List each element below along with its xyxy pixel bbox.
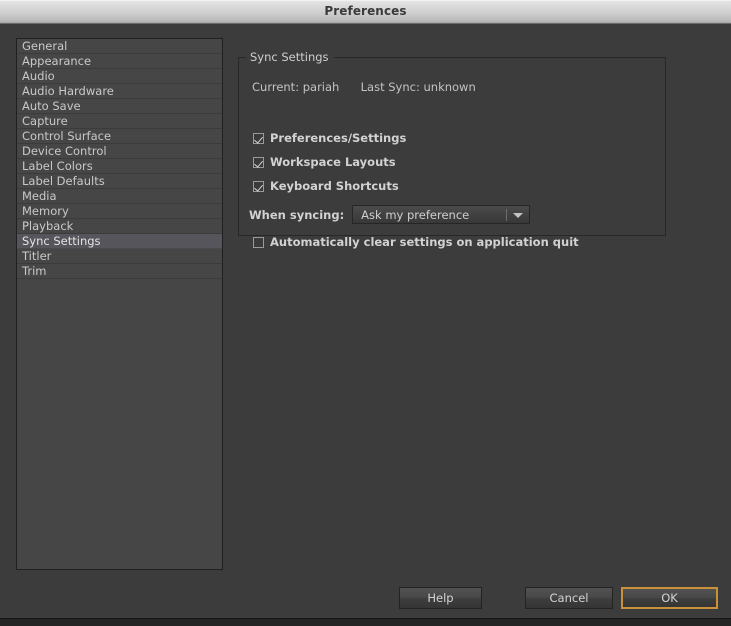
sidebar-item-label: Label Colors (22, 159, 93, 173)
checkbox-row-keyboard-shortcuts[interactable]: Keyboard Shortcuts (253, 179, 399, 193)
sidebar-item-label: Sync Settings (22, 234, 101, 248)
sidebar-item-device-control[interactable]: Device Control (17, 144, 222, 159)
when-syncing-selected-value: Ask my preference (361, 207, 470, 222)
sidebar-item-label: Device Control (22, 144, 107, 158)
checkbox-label-preferences-settings: Preferences/Settings (270, 131, 407, 145)
checkbox-label-keyboard-shortcuts: Keyboard Shortcuts (270, 179, 399, 193)
chevron-down-icon (513, 213, 524, 218)
when-syncing-select[interactable]: Ask my preference (352, 205, 531, 224)
sidebar-item-appearance[interactable]: Appearance (17, 54, 222, 69)
dialog-body: General Appearance Audio Audio Hardware Auto… (0, 24, 731, 618)
when-syncing-row: When syncing: Ask my preference (249, 205, 531, 224)
sidebar-item-titler[interactable]: Titler (17, 249, 222, 264)
window-title: Preferences (324, 4, 407, 18)
sidebar-item-audio[interactable]: Audio (17, 69, 222, 84)
preferences-dialog: Preferences General Appearance Audio Audio … (0, 0, 731, 626)
sidebar-item-label-colors[interactable]: Label Colors (17, 159, 222, 174)
titlebar-highlight (0, 0, 731, 1)
sidebar-item-memory[interactable]: Memory (17, 204, 222, 219)
current-user-label: Current: pariah (252, 80, 340, 94)
sidebar-item-label: Memory (22, 204, 69, 218)
sidebar-item-label-defaults[interactable]: Label Defaults (17, 174, 222, 189)
cancel-button[interactable]: Cancel (525, 587, 613, 609)
background-window-edge (0, 618, 731, 619)
sync-status-line: Current: pariah Last Sync: unknown (252, 80, 476, 94)
sidebar-item-label: Titler (22, 249, 52, 263)
sidebar-item-control-surface[interactable]: Control Surface (17, 129, 222, 144)
sidebar-item-playback[interactable]: Playback (17, 219, 222, 234)
checkbox-row-workspace-layouts[interactable]: Workspace Layouts (253, 155, 396, 169)
sidebar-item-media[interactable]: Media (17, 189, 222, 204)
sidebar-item-capture[interactable]: Capture (17, 114, 222, 129)
checkbox-row-auto-clear-settings[interactable]: Automatically clear settings on applicat… (253, 235, 579, 249)
sidebar-item-label: Playback (22, 219, 74, 233)
last-sync-label: Last Sync: unknown (360, 80, 476, 94)
select-divider (506, 209, 508, 221)
checkbox-auto-clear-settings[interactable] (253, 236, 264, 248)
sidebar-item-sync-settings[interactable]: Sync Settings (17, 234, 222, 249)
sidebar-item-label: General (22, 39, 68, 53)
checkbox-preferences-settings[interactable] (253, 132, 264, 144)
sidebar-item-label: Label Defaults (22, 174, 105, 188)
sidebar-item-auto-save[interactable]: Auto Save (17, 99, 222, 114)
sidebar-item-general[interactable]: General (17, 39, 222, 54)
sidebar-item-label: Audio (22, 69, 55, 83)
sidebar-item-audio-hardware[interactable]: Audio Hardware (17, 84, 222, 99)
when-syncing-label: When syncing: (249, 207, 345, 222)
sidebar-item-label: Media (22, 189, 57, 203)
background-window-sliver (0, 618, 731, 626)
sidebar-item-label: Auto Save (22, 99, 81, 113)
checkbox-row-preferences-settings[interactable]: Preferences/Settings (253, 131, 406, 145)
help-button[interactable]: Help (399, 587, 482, 609)
window-titlebar[interactable]: Preferences (0, 0, 731, 24)
sidebar-item-label: Appearance (22, 54, 92, 68)
ok-button[interactable]: OK (621, 587, 718, 609)
checkbox-keyboard-shortcuts[interactable] (253, 180, 264, 192)
preferences-category-list[interactable]: General Appearance Audio Audio Hardware Auto… (16, 38, 223, 570)
sidebar-item-label: Trim (22, 264, 47, 278)
sidebar-item-label: Capture (22, 114, 68, 128)
sidebar-item-label: Audio Hardware (22, 84, 114, 98)
checkbox-label-workspace-layouts: Workspace Layouts (270, 155, 396, 169)
groupbox-legend: Sync Settings (246, 50, 334, 65)
sidebar-item-trim[interactable]: Trim (17, 264, 222, 279)
checkbox-label-auto-clear-settings: Automatically clear settings on applicat… (270, 235, 579, 249)
checkbox-workspace-layouts[interactable] (253, 156, 264, 168)
sidebar-item-label: Control Surface (22, 129, 112, 143)
